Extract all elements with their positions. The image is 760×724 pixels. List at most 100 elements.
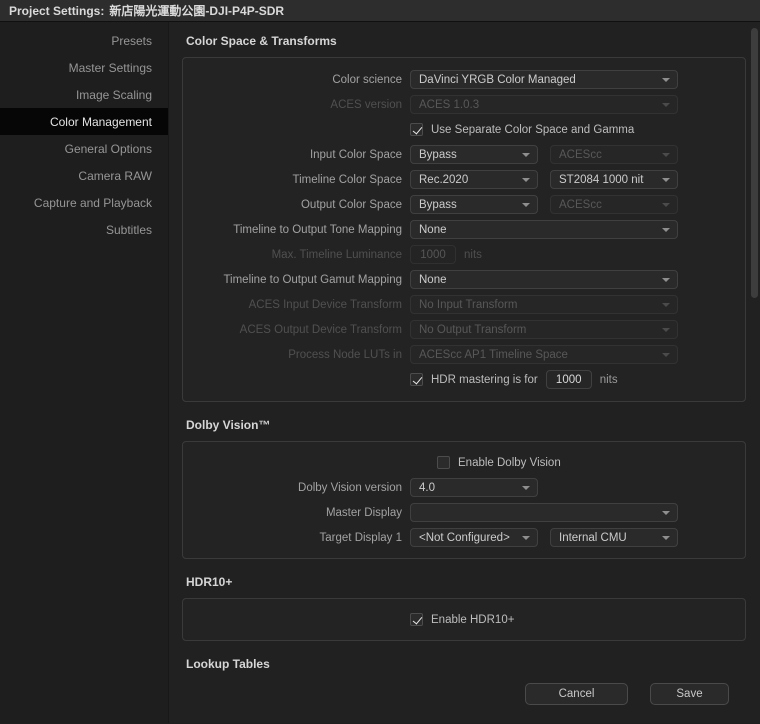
aces-input-transform-row: ACES Input Device Transform No Input Tra… [183, 292, 745, 317]
aces-output-transform-dropdown: No Output Transform [410, 320, 678, 339]
gamut-mapping-row: Timeline to Output Gamut Mapping None [183, 267, 745, 292]
dolby-version-value: 4.0 [419, 482, 435, 494]
chevron-down-icon [662, 278, 670, 282]
color-science-row: Color science DaVinci YRGB Color Managed [183, 67, 745, 92]
separate-gamma-row: Use Separate Color Space and Gamma [183, 117, 745, 142]
sidebar-item-capture-playback[interactable]: Capture and Playback [0, 189, 168, 216]
tone-mapping-value: None [419, 224, 447, 236]
save-button[interactable]: Save [650, 683, 729, 705]
sidebar-item-general-options[interactable]: General Options [0, 135, 168, 162]
sidebar-item-subtitles[interactable]: Subtitles [0, 216, 168, 243]
chevron-down-icon [662, 153, 670, 157]
lookup-tables-heading: Lookup Tables [186, 657, 760, 671]
input-color-space-row: Input Color Space Bypass ACEScc [183, 142, 745, 167]
max-timeline-luminance-label: Max. Timeline Luminance [183, 249, 410, 261]
enable-hdr10plus-row: Enable HDR10+ [183, 607, 745, 632]
aces-output-transform-row: ACES Output Device Transform No Output T… [183, 317, 745, 342]
sidebar-item-image-scaling[interactable]: Image Scaling [0, 81, 168, 108]
timeline-color-space-dropdown[interactable]: Rec.2020 [410, 170, 538, 189]
aces-input-transform-label: ACES Input Device Transform [183, 299, 410, 311]
color-space-panel: Color science DaVinci YRGB Color Managed… [182, 57, 746, 402]
timeline-color-space-label: Timeline Color Space [183, 174, 410, 186]
hdr-mastering-input[interactable] [546, 370, 592, 389]
input-gamma-dropdown: ACEScc [550, 145, 678, 164]
chevron-down-icon [662, 303, 670, 307]
output-gamma-value: ACEScc [559, 199, 602, 211]
aces-input-transform-value: No Input Transform [419, 299, 517, 311]
target-display-label: Target Display 1 [183, 532, 410, 544]
timeline-color-space-value: Rec.2020 [419, 174, 468, 186]
master-display-label: Master Display [183, 507, 410, 519]
chevron-down-icon [522, 178, 530, 182]
input-color-space-dropdown[interactable]: Bypass [410, 145, 538, 164]
project-name: 新店陽光運動公園-DJI-P4P-SDR [109, 2, 284, 19]
separate-gamma-checkbox[interactable] [410, 123, 423, 136]
hdr-mastering-unit: nits [600, 374, 618, 386]
target-display-dropdown[interactable]: <Not Configured> [410, 528, 538, 547]
gamut-mapping-label: Timeline to Output Gamut Mapping [183, 274, 410, 286]
scrollbar-thumb[interactable] [751, 28, 758, 298]
dolby-vision-panel: Enable Dolby Vision Dolby Vision version… [182, 441, 746, 559]
chevron-down-icon [662, 511, 670, 515]
hdr-mastering-checkbox[interactable] [410, 373, 423, 386]
output-color-space-value: Bypass [419, 199, 457, 211]
color-space-heading: Color Space & Transforms [186, 34, 760, 48]
aces-version-row: ACES version ACES 1.0.3 [183, 92, 745, 117]
process-node-luts-label: Process Node LUTs in [183, 349, 410, 361]
max-timeline-luminance-input [410, 245, 456, 264]
sidebar-item-presets[interactable]: Presets [0, 27, 168, 54]
aces-version-value: ACES 1.0.3 [419, 99, 479, 111]
tone-mapping-label: Timeline to Output Tone Mapping [183, 224, 410, 236]
dolby-version-label: Dolby Vision version [183, 482, 410, 494]
process-node-luts-dropdown: ACEScc AP1 Timeline Space [410, 345, 678, 364]
enable-hdr10plus-checkbox[interactable] [410, 613, 423, 626]
max-timeline-luminance-unit: nits [464, 249, 482, 261]
input-color-space-label: Input Color Space [183, 149, 410, 161]
chevron-down-icon [522, 536, 530, 540]
aces-input-transform-dropdown: No Input Transform [410, 295, 678, 314]
process-node-luts-row: Process Node LUTs in ACEScc AP1 Timeline… [183, 342, 745, 367]
input-gamma-value: ACEScc [559, 149, 602, 161]
color-science-label: Color science [183, 74, 410, 86]
enable-dolby-row: Enable Dolby Vision [183, 450, 745, 475]
settings-content: Color Space & Transforms Color science D… [168, 22, 760, 723]
settings-sidebar: Presets Master Settings Image Scaling Co… [0, 22, 168, 723]
input-color-space-value: Bypass [419, 149, 457, 161]
chevron-down-icon [662, 328, 670, 332]
dolby-vision-heading: Dolby Vision™ [186, 418, 760, 432]
target-display-value: <Not Configured> [419, 532, 510, 544]
target-display-cmu-value: Internal CMU [559, 532, 627, 544]
enable-dolby-label: Enable Dolby Vision [458, 457, 561, 469]
max-timeline-luminance-row: Max. Timeline Luminance nits [183, 242, 745, 267]
gamut-mapping-dropdown[interactable]: None [410, 270, 678, 289]
output-gamma-dropdown: ACEScc [550, 195, 678, 214]
chevron-down-icon [662, 203, 670, 207]
target-display-cmu-dropdown[interactable]: Internal CMU [550, 528, 678, 547]
project-settings-dialog: Presets Master Settings Image Scaling Co… [0, 22, 760, 723]
timeline-gamma-value: ST2084 1000 nit [559, 174, 643, 186]
hdr10plus-panel: Enable HDR10+ [182, 598, 746, 641]
master-display-dropdown[interactable] [410, 503, 678, 522]
chevron-down-icon [662, 78, 670, 82]
cancel-button[interactable]: Cancel [525, 683, 628, 705]
tone-mapping-dropdown[interactable]: None [410, 220, 678, 239]
separate-gamma-label: Use Separate Color Space and Gamma [431, 124, 634, 136]
output-color-space-dropdown[interactable]: Bypass [410, 195, 538, 214]
chevron-down-icon [662, 103, 670, 107]
output-color-space-label: Output Color Space [183, 199, 410, 211]
aces-version-label: ACES version [183, 99, 410, 111]
hdr-mastering-label: HDR mastering is for [431, 374, 538, 386]
dialog-footer: Cancel Save [525, 683, 729, 705]
sidebar-item-master-settings[interactable]: Master Settings [0, 54, 168, 81]
dolby-version-dropdown[interactable]: 4.0 [410, 478, 538, 497]
sidebar-item-camera-raw[interactable]: Camera RAW [0, 162, 168, 189]
dolby-version-row: Dolby Vision version 4.0 [183, 475, 745, 500]
aces-output-transform-label: ACES Output Device Transform [183, 324, 410, 336]
output-color-space-row: Output Color Space Bypass ACEScc [183, 192, 745, 217]
aces-output-transform-value: No Output Transform [419, 324, 526, 336]
sidebar-item-color-management[interactable]: Color Management [0, 108, 168, 135]
color-science-dropdown[interactable]: DaVinci YRGB Color Managed [410, 70, 678, 89]
hdr-mastering-row: HDR mastering is for nits [183, 367, 745, 392]
enable-dolby-checkbox[interactable] [437, 456, 450, 469]
timeline-gamma-dropdown[interactable]: ST2084 1000 nit [550, 170, 678, 189]
